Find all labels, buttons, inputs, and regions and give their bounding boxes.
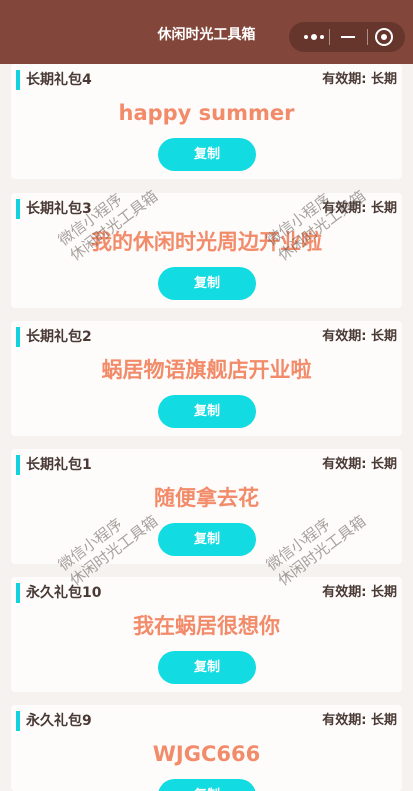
capsule-divider <box>329 29 330 45</box>
dot <box>320 35 324 39</box>
gift-name: 长期礼包4 <box>26 72 92 88</box>
minimize-bar <box>341 36 355 38</box>
copy-button[interactable]: 复制 <box>158 138 256 171</box>
card-accent-bar <box>16 583 20 603</box>
more-dots-icon[interactable] <box>301 30 329 44</box>
gift-validity: 有效期: 长期 <box>322 713 397 728</box>
gift-validity: 有效期: 长期 <box>322 201 397 216</box>
gift-card: 永久礼包10 有效期: 长期 我在蜗居很想你 复制 <box>11 577 402 692</box>
gift-validity: 有效期: 长期 <box>322 329 397 344</box>
capsule-menu <box>289 22 405 52</box>
gift-code: happy summer <box>118 101 295 125</box>
card-accent-bar <box>16 70 20 90</box>
close-dot <box>381 34 387 40</box>
gift-name: 长期礼包2 <box>26 329 92 345</box>
gift-validity: 有效期: 长期 <box>322 72 397 87</box>
gift-name: 永久礼包9 <box>26 713 92 729</box>
gift-name: 永久礼包10 <box>26 585 102 601</box>
gift-card: 永久礼包9 有效期: 长期 WJGC666 复制 <box>11 705 402 791</box>
dot <box>311 34 317 40</box>
gift-code: 我在蜗居很想你 <box>133 614 280 638</box>
minimize-icon[interactable] <box>337 30 359 44</box>
gift-card: 长期礼包3 有效期: 长期 我的休闲时光周边开业啦 复制 <box>11 193 402 308</box>
gift-validity: 有效期: 长期 <box>322 585 397 600</box>
card-accent-bar <box>16 199 20 219</box>
capsule-divider <box>367 29 368 45</box>
copy-button[interactable]: 复制 <box>158 779 256 791</box>
gift-card: 长期礼包4 有效期: 长期 happy summer 复制 <box>11 64 402 179</box>
dot <box>304 35 308 39</box>
gift-validity: 有效期: 长期 <box>322 457 397 472</box>
card-accent-bar <box>16 327 20 347</box>
gift-name: 长期礼包1 <box>26 457 92 473</box>
copy-button[interactable]: 复制 <box>158 395 256 428</box>
card-accent-bar <box>16 455 20 475</box>
gift-name: 长期礼包3 <box>26 201 92 217</box>
gift-code: 我的休闲时光周边开业啦 <box>91 230 322 254</box>
gift-card: 长期礼包2 有效期: 长期 蜗居物语旗舰店开业啦 复制 <box>11 321 402 436</box>
copy-button[interactable]: 复制 <box>158 523 256 556</box>
gift-code: 随便拿去花 <box>154 486 259 510</box>
copy-button[interactable]: 复制 <box>158 267 256 300</box>
card-accent-bar <box>16 711 20 731</box>
navbar: 休闲时光工具箱 <box>0 0 413 64</box>
gift-code: WJGC666 <box>152 742 261 766</box>
copy-button[interactable]: 复制 <box>158 651 256 684</box>
gift-code: 蜗居物语旗舰店开业啦 <box>101 358 312 382</box>
gift-card: 长期礼包1 有效期: 长期 随便拿去花 复制 <box>11 449 402 564</box>
target-close-icon[interactable] <box>375 28 393 46</box>
